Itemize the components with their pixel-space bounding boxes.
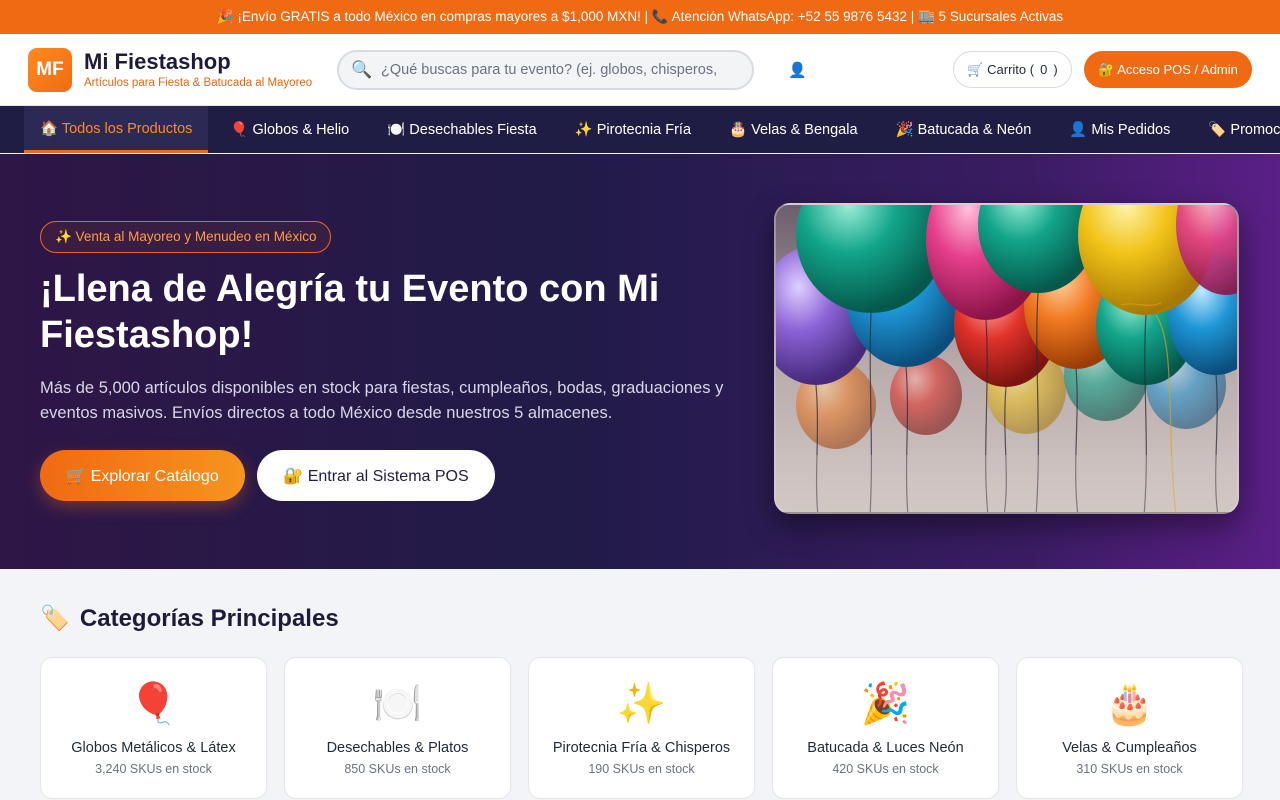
category-count: 3,240 SKUs en stock — [95, 762, 212, 776]
category-count: 850 SKUs en stock — [344, 762, 451, 776]
brand-tagline: Artículos para Fiesta & Batucada al Mayo… — [84, 77, 313, 89]
sparkles-icon: ✨ — [616, 682, 667, 726]
category-name: Globos Metálicos & Látex — [71, 740, 236, 756]
category-name: Batucada & Luces Neón — [807, 740, 964, 756]
categories-title: Categorías Principales — [79, 604, 339, 632]
category-name: Desechables & Platos — [326, 740, 469, 756]
logo[interactable]: MF — [28, 47, 72, 92]
category-card-velas[interactable]: 🎂 Velas & Cumpleaños 310 SKUs en stock — [1016, 657, 1243, 799]
search-input[interactable] — [381, 62, 721, 78]
enter-pos-button[interactable]: 🔐 Entrar al Sistema POS — [257, 450, 495, 501]
category-name: Pirotecnia Fría & Chisperos — [552, 740, 731, 756]
tag-icon: 🏷️ — [40, 605, 70, 632]
nav-item-velas[interactable]: 🎂 Velas & Bengala — [713, 106, 874, 153]
hero-badge: ✨ Venta al Mayoreo y Menudeo en México — [40, 221, 332, 253]
cart-label: 🛒 Carrito ( — [967, 61, 1035, 77]
category-card-pirotecnia[interactable]: ✨ Pirotecnia Fría & Chisperos 190 SKUs e… — [528, 657, 755, 799]
nav-item-globos[interactable]: 🎈 Globos & Helio — [214, 106, 365, 153]
hero-section: ✨ Venta al Mayoreo y Menudeo en México ¡… — [0, 154, 1280, 569]
category-card-globos[interactable]: 🎈 Globos Metálicos & Látex 3,240 SKUs en… — [40, 657, 267, 799]
cake-icon: 🎂 — [1104, 682, 1155, 726]
promo-topbar: 🎉 ¡Envío GRATIS a todo México en compras… — [0, 0, 1280, 34]
category-count: 310 SKUs en stock — [1076, 762, 1183, 776]
pos-admin-button[interactable]: 🔐 Acceso POS / Admin — [1084, 51, 1252, 88]
category-card-desechables[interactable]: 🍽️ Desechables & Platos 850 SKUs en stoc… — [284, 657, 511, 799]
nav-item-promociones[interactable]: 🏷️ Promociones & Ofertas — [1192, 106, 1280, 153]
site-header: MF Mi Fiestashop Artículos para Fiesta &… — [0, 34, 1280, 106]
balloon-icon: 🎈 — [128, 682, 179, 726]
promo-text: 🎉 ¡Envío GRATIS a todo México en compras… — [216, 9, 1064, 24]
categories-heading: 🏷️ Categorías Principales — [40, 604, 339, 633]
nav-item-batucada[interactable]: 🎉 Batucada & Neón — [880, 106, 1048, 153]
logo-initials: MF — [36, 58, 64, 80]
explore-catalog-button[interactable]: 🛒 Explorar Catálogo — [40, 450, 245, 501]
plate-icon: 🍽️ — [372, 682, 423, 726]
cart-button[interactable]: 🛒 Carrito ( 0 ) — [953, 51, 1072, 88]
party-popper-icon: 🎉 — [860, 682, 911, 726]
search-bar: 🔍 — [337, 50, 754, 90]
user-icon[interactable]: 👤 — [788, 61, 807, 79]
nav-item-desechables[interactable]: 🍽️ Desechables Fiesta — [371, 106, 552, 153]
category-card-batucada[interactable]: 🎉 Batucada & Luces Neón 420 SKUs en stoc… — [772, 657, 999, 799]
hero-balloons-image — [774, 203, 1239, 514]
brand-name: Mi Fiestashop — [84, 49, 231, 74]
hero-subtitle: Más de 5,000 artículos disponibles en st… — [40, 379, 724, 422]
search-icon: 🔍 — [351, 60, 373, 79]
brand-block[interactable]: Mi Fiestashop Artículos para Fiesta & Ba… — [84, 49, 313, 90]
category-count: 420 SKUs en stock — [832, 762, 939, 776]
category-cards: 🎈 Globos Metálicos & Látex 3,240 SKUs en… — [40, 657, 1243, 799]
hero-title: ¡Llena de Alegría tu Evento con Mi Fiest… — [40, 268, 660, 356]
cart-close-paren: ) — [1053, 62, 1058, 77]
category-name: Velas & Cumpleaños — [1062, 740, 1197, 756]
nav-item-todos[interactable]: 🏠 Todos los Productos — [24, 106, 209, 153]
nav-item-pirotecnia[interactable]: ✨ Pirotecnia Fría — [559, 106, 707, 153]
cart-count: 0 — [1040, 62, 1048, 77]
main-nav: 🏠 Todos los Productos 🎈 Globos & Helio 🍽… — [0, 106, 1280, 153]
balloons-illustration — [776, 205, 1237, 512]
category-count: 190 SKUs en stock — [588, 762, 695, 776]
nav-item-pedidos[interactable]: 👤 Mis Pedidos — [1053, 106, 1186, 153]
